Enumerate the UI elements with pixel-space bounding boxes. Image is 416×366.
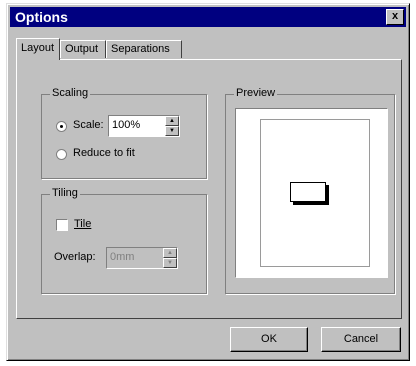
tile-checkbox[interactable] <box>56 219 68 231</box>
scale-value: 100% <box>112 119 141 131</box>
spin-up-icon[interactable]: ▲ <box>165 116 179 126</box>
scale-spinbox[interactable]: 100% ▲ ▼ <box>108 115 180 137</box>
spin-down-icon[interactable]: ▼ <box>165 126 179 136</box>
print-object <box>290 182 326 202</box>
page-outline <box>260 119 370 267</box>
spin-down-icon[interactable]: ▼ <box>163 258 177 268</box>
scale-radio[interactable] <box>56 121 67 132</box>
options-dialog: Options x Layout Output Separations Scal… <box>6 3 410 361</box>
tab-output[interactable]: Output <box>60 40 106 58</box>
title-bar[interactable]: Options x <box>10 7 406 27</box>
preview-area <box>235 108 388 278</box>
scaling-legend: Scaling <box>50 87 91 99</box>
close-icon: x <box>391 10 399 22</box>
tab-separations[interactable]: Separations <box>106 40 182 58</box>
tiling-legend: Tiling <box>50 187 80 199</box>
overlap-label: Overlap: <box>54 251 96 263</box>
tiling-group: Tiling Tile Overlap: 0mm ▲ ▼ <box>41 187 207 294</box>
ok-button[interactable]: OK <box>230 327 308 352</box>
scaling-group: Scaling Scale: 100% ▲ ▼ Reduce to fit <box>41 87 207 179</box>
reduce-to-fit-label: Reduce to fit <box>73 147 135 159</box>
spin-up-icon[interactable]: ▲ <box>163 248 177 258</box>
overlap-spinbox[interactable]: 0mm ▲ ▼ <box>106 247 178 269</box>
window-title: Options <box>15 9 68 25</box>
preview-legend: Preview <box>234 87 278 99</box>
close-button[interactable]: x <box>386 9 404 25</box>
cancel-button[interactable]: Cancel <box>321 327 401 352</box>
overlap-value: 0mm <box>110 251 135 263</box>
reduce-to-fit-radio[interactable] <box>56 149 67 160</box>
tile-label: Tile <box>74 218 92 230</box>
tab-layout[interactable]: Layout <box>16 38 60 60</box>
scale-label: Scale: <box>73 119 104 131</box>
